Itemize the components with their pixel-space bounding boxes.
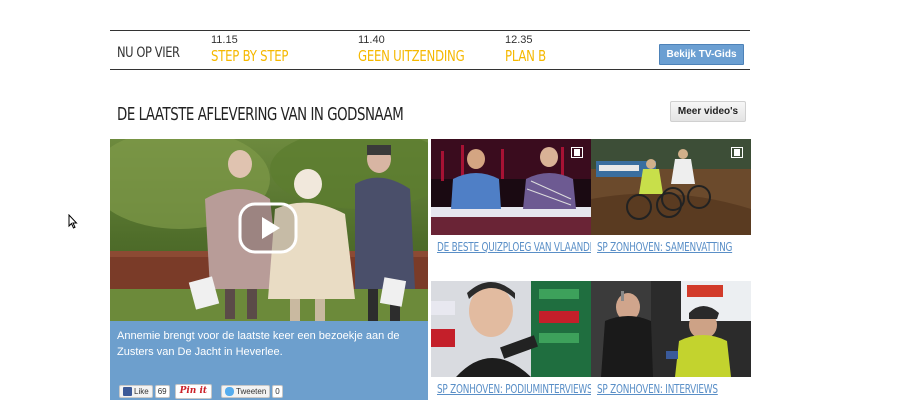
share-bar: Like 69 Pin it Tweeten 0 — [119, 383, 288, 399]
featured-video[interactable] — [110, 139, 428, 321]
program-title[interactable]: GEEN UITZENDING — [358, 47, 465, 65]
video-thumbnail[interactable]: SP ZONHOVEN: INTERVIEWS — [591, 281, 751, 400]
tweet-button[interactable]: Tweeten — [221, 384, 271, 398]
thumbnail-title[interactable]: SP ZONHOVEN: INTERVIEWS — [597, 382, 718, 396]
thumbnail-image — [591, 139, 751, 235]
twitter-icon — [225, 386, 235, 396]
now-on-label: NU OP VIER — [117, 45, 180, 61]
like-count: 69 — [154, 384, 170, 398]
thumbnail-image — [431, 139, 591, 235]
pinterest-button[interactable]: Pin it — [174, 383, 213, 399]
video-icon — [731, 147, 743, 158]
tweet-count: 0 — [272, 384, 283, 398]
caption-text: Annemie brengt voor de laatste keer een … — [117, 330, 400, 358]
program-time: 11.15 — [211, 34, 238, 46]
program-slot[interactable]: 11.15 STEP BY STEP — [211, 34, 310, 65]
program-time: 12.35 — [505, 34, 533, 46]
thumbnail-title[interactable]: DE BESTE QUIZPLOEG VAN VLAANDEREN — [437, 240, 591, 254]
program-slot[interactable]: 11.40 GEEN UITZENDING — [358, 34, 494, 65]
thumbnail-title[interactable]: SP ZONHOVEN: SAMENVATTING — [597, 240, 732, 254]
mouse-cursor-icon — [68, 214, 78, 229]
tv-guide-bar: NU OP VIER 11.15 STEP BY STEP 11.40 GEEN… — [110, 30, 750, 70]
video-thumbnail[interactable]: SP ZONHOVEN: SAMENVATTING — [591, 139, 751, 279]
video-thumbnail[interactable]: DE BESTE QUIZPLOEG VAN VLAANDEREN — [431, 139, 591, 279]
video-icon — [571, 147, 583, 158]
featured-caption: Annemie brengt voor de laatste keer een … — [110, 321, 428, 400]
more-videos-button[interactable]: Meer video's — [670, 101, 746, 122]
thumbnail-image — [591, 281, 751, 377]
section-title: DE LAATSTE AFLEVERING VAN IN GODSNAAM — [117, 104, 404, 125]
facebook-icon — [123, 386, 132, 396]
thumbnail-title[interactable]: SP ZONHOVEN: PODIUMINTERVIEWS — [437, 382, 591, 396]
program-time: 11.40 — [358, 34, 385, 46]
program-slot[interactable]: 12.35 PLAN B — [505, 34, 558, 65]
like-label: Like — [134, 386, 149, 396]
thumbnail-image — [431, 281, 591, 377]
program-title[interactable]: STEP BY STEP — [211, 47, 288, 65]
tweet-label: Tweeten — [236, 386, 267, 396]
view-tv-guide-button[interactable]: Bekijk TV-Gids — [659, 44, 744, 65]
program-title[interactable]: PLAN B — [505, 47, 546, 65]
facebook-like-button[interactable]: Like — [119, 384, 153, 398]
video-thumbnail[interactable]: SP ZONHOVEN: PODIUMINTERVIEWS — [431, 281, 591, 400]
play-icon[interactable] — [238, 202, 298, 254]
